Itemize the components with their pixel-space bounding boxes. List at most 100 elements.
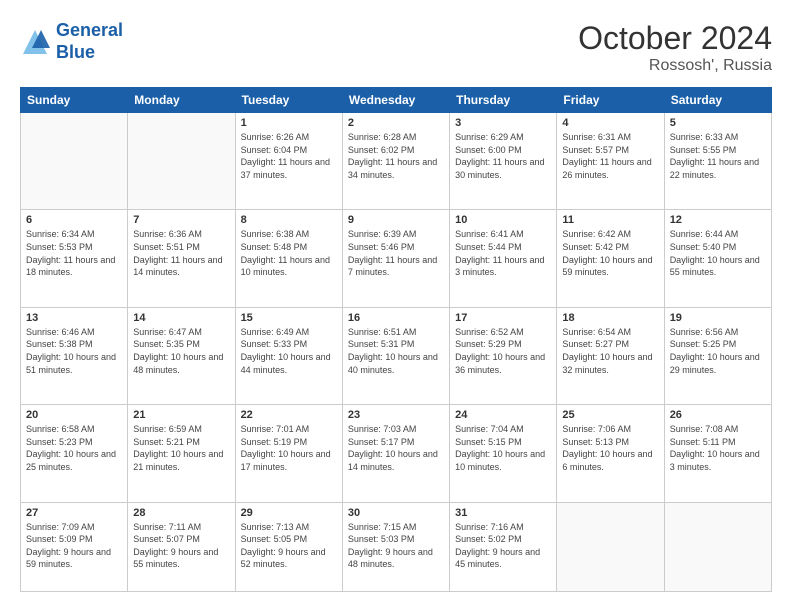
calendar-cell: 3 Sunrise: 6:29 AM Sunset: 6:00 PM Daylig… xyxy=(450,113,557,210)
cell-info: Sunrise: 7:09 AM Sunset: 5:09 PM Dayligh… xyxy=(26,521,122,571)
day-number: 27 xyxy=(26,507,122,519)
cell-info: Sunrise: 6:44 AM Sunset: 5:40 PM Dayligh… xyxy=(670,228,766,278)
cell-info: Sunrise: 6:42 AM Sunset: 5:42 PM Dayligh… xyxy=(562,228,658,278)
day-number: 28 xyxy=(133,507,229,519)
logo-general: General xyxy=(56,20,123,40)
day-header: Tuesday xyxy=(235,88,342,113)
day-number: 19 xyxy=(670,312,766,324)
cell-info: Sunrise: 6:56 AM Sunset: 5:25 PM Dayligh… xyxy=(670,326,766,376)
calendar-cell: 29Sunrise: 7:13 AM Sunset: 5:05 PM Dayli… xyxy=(235,502,342,591)
cell-info: Sunrise: 6:38 AM Sunset: 5:48 PM Dayligh… xyxy=(241,228,337,278)
day-number: 20 xyxy=(26,409,122,421)
title-block: October 2024 Rossosh', Russia xyxy=(578,20,772,75)
logo: General Blue xyxy=(20,20,123,63)
month-title: October 2024 xyxy=(578,20,772,57)
logo-icon xyxy=(20,27,50,57)
calendar-cell xyxy=(21,113,128,210)
calendar-cell: 15 Sunrise: 6:49 AM Sunset: 5:33 PM Dayli… xyxy=(235,307,342,404)
day-number: 1 xyxy=(241,117,337,129)
cell-info: Sunrise: 6:52 AM Sunset: 5:29 PM Dayligh… xyxy=(455,326,551,376)
day-number: 16 xyxy=(348,312,444,324)
calendar-cell: 4 Sunrise: 6:31 AM Sunset: 5:57 PM Daylig… xyxy=(557,113,664,210)
calendar-cell xyxy=(557,502,664,591)
calendar-cell: 14 Sunrise: 6:47 AM Sunset: 5:35 PM Dayli… xyxy=(128,307,235,404)
calendar-cell: 9 Sunrise: 6:39 AM Sunset: 5:46 PM Daylig… xyxy=(342,210,449,307)
day-header: Saturday xyxy=(664,88,771,113)
calendar-cell: 27 Sunrise: 7:09 AM Sunset: 5:09 PM Dayli… xyxy=(21,502,128,591)
day-header: Friday xyxy=(557,88,664,113)
cell-info: Sunrise: 6:58 AM Sunset: 5:23 PM Dayligh… xyxy=(26,423,122,473)
cell-info: Sunrise: 7:04 AM Sunset: 5:15 PM Dayligh… xyxy=(455,423,551,473)
calendar-cell: 22 Sunrise: 7:01 AM Sunset: 5:19 PM Dayli… xyxy=(235,405,342,502)
cell-info: Sunrise: 6:51 AM Sunset: 5:31 PM Dayligh… xyxy=(348,326,444,376)
day-header: Sunday xyxy=(21,88,128,113)
calendar-cell: 2 Sunrise: 6:28 AM Sunset: 6:02 PM Daylig… xyxy=(342,113,449,210)
day-number: 25 xyxy=(562,409,658,421)
day-number: 3 xyxy=(455,117,551,129)
cell-info: Sunrise: 6:26 AM Sunset: 6:04 PM Dayligh… xyxy=(241,131,337,181)
cell-info: Sunrise: 6:34 AM Sunset: 5:53 PM Dayligh… xyxy=(26,228,122,278)
calendar-cell: 26 Sunrise: 7:08 AM Sunset: 5:11 PM Dayli… xyxy=(664,405,771,502)
calendar-cell: 16 Sunrise: 6:51 AM Sunset: 5:31 PM Dayli… xyxy=(342,307,449,404)
day-number: 6 xyxy=(26,214,122,226)
cell-info: Sunrise: 6:31 AM Sunset: 5:57 PM Dayligh… xyxy=(562,131,658,181)
calendar-cell: 18 Sunrise: 6:54 AM Sunset: 5:27 PM Dayli… xyxy=(557,307,664,404)
day-number: 11 xyxy=(562,214,658,226)
calendar-cell xyxy=(664,502,771,591)
calendar-cell: 13 Sunrise: 6:46 AM Sunset: 5:38 PM Dayli… xyxy=(21,307,128,404)
cell-info: Sunrise: 7:11 AM Sunset: 5:07 PM Dayligh… xyxy=(133,521,229,571)
calendar-cell: 11 Sunrise: 6:42 AM Sunset: 5:42 PM Dayli… xyxy=(557,210,664,307)
calendar-cell xyxy=(128,113,235,210)
day-number: 14 xyxy=(133,312,229,324)
calendar-cell: 6 Sunrise: 6:34 AM Sunset: 5:53 PM Daylig… xyxy=(21,210,128,307)
cell-info: Sunrise: 6:59 AM Sunset: 5:21 PM Dayligh… xyxy=(133,423,229,473)
day-number: 15 xyxy=(241,312,337,324)
calendar-cell: 21Sunrise: 6:59 AM Sunset: 5:21 PM Dayli… xyxy=(128,405,235,502)
cell-info: Sunrise: 7:03 AM Sunset: 5:17 PM Dayligh… xyxy=(348,423,444,473)
day-number: 7 xyxy=(133,214,229,226)
calendar-cell: 25Sunrise: 7:06 AM Sunset: 5:13 PM Dayli… xyxy=(557,405,664,502)
day-number: 29 xyxy=(241,507,337,519)
day-number: 22 xyxy=(241,409,337,421)
calendar-cell: 1 Sunrise: 6:26 AM Sunset: 6:04 PM Daylig… xyxy=(235,113,342,210)
cell-info: Sunrise: 7:16 AM Sunset: 5:02 PM Dayligh… xyxy=(455,521,551,571)
calendar-cell: 23Sunrise: 7:03 AM Sunset: 5:17 PM Dayli… xyxy=(342,405,449,502)
calendar-cell: 7 Sunrise: 6:36 AM Sunset: 5:51 PM Daylig… xyxy=(128,210,235,307)
day-number: 9 xyxy=(348,214,444,226)
calendar-cell: 17 Sunrise: 6:52 AM Sunset: 5:29 PM Dayli… xyxy=(450,307,557,404)
cell-info: Sunrise: 6:46 AM Sunset: 5:38 PM Dayligh… xyxy=(26,326,122,376)
cell-info: Sunrise: 6:41 AM Sunset: 5:44 PM Dayligh… xyxy=(455,228,551,278)
day-header: Wednesday xyxy=(342,88,449,113)
calendar-cell: 20 Sunrise: 6:58 AM Sunset: 5:23 PM Dayli… xyxy=(21,405,128,502)
cell-info: Sunrise: 6:33 AM Sunset: 5:55 PM Dayligh… xyxy=(670,131,766,181)
day-number: 26 xyxy=(670,409,766,421)
day-number: 31 xyxy=(455,507,551,519)
calendar-table: SundayMondayTuesdayWednesdayThursdayFrid… xyxy=(20,87,772,592)
day-number: 4 xyxy=(562,117,658,129)
day-header: Monday xyxy=(128,88,235,113)
day-header: Thursday xyxy=(450,88,557,113)
cell-info: Sunrise: 7:08 AM Sunset: 5:11 PM Dayligh… xyxy=(670,423,766,473)
calendar-cell: 12 Sunrise: 6:44 AM Sunset: 5:40 PM Dayli… xyxy=(664,210,771,307)
cell-info: Sunrise: 6:39 AM Sunset: 5:46 PM Dayligh… xyxy=(348,228,444,278)
cell-info: Sunrise: 7:01 AM Sunset: 5:19 PM Dayligh… xyxy=(241,423,337,473)
day-number: 12 xyxy=(670,214,766,226)
day-number: 17 xyxy=(455,312,551,324)
cell-info: Sunrise: 6:36 AM Sunset: 5:51 PM Dayligh… xyxy=(133,228,229,278)
calendar-cell: 19 Sunrise: 6:56 AM Sunset: 5:25 PM Dayli… xyxy=(664,307,771,404)
day-number: 10 xyxy=(455,214,551,226)
day-number: 18 xyxy=(562,312,658,324)
cell-info: Sunrise: 6:28 AM Sunset: 6:02 PM Dayligh… xyxy=(348,131,444,181)
day-number: 5 xyxy=(670,117,766,129)
calendar-cell: 10 Sunrise: 6:41 AM Sunset: 5:44 PM Dayli… xyxy=(450,210,557,307)
cell-info: Sunrise: 6:54 AM Sunset: 5:27 PM Dayligh… xyxy=(562,326,658,376)
calendar-cell: 31 Sunrise: 7:16 AM Sunset: 5:02 PM Dayli… xyxy=(450,502,557,591)
cell-info: Sunrise: 6:47 AM Sunset: 5:35 PM Dayligh… xyxy=(133,326,229,376)
cell-info: Sunrise: 6:29 AM Sunset: 6:00 PM Dayligh… xyxy=(455,131,551,181)
cell-info: Sunrise: 7:15 AM Sunset: 5:03 PM Dayligh… xyxy=(348,521,444,571)
cell-info: Sunrise: 6:49 AM Sunset: 5:33 PM Dayligh… xyxy=(241,326,337,376)
logo-blue: Blue xyxy=(56,42,95,62)
day-number: 2 xyxy=(348,117,444,129)
day-number: 13 xyxy=(26,312,122,324)
page-header: General Blue October 2024 Rossosh', Russ… xyxy=(20,20,772,75)
